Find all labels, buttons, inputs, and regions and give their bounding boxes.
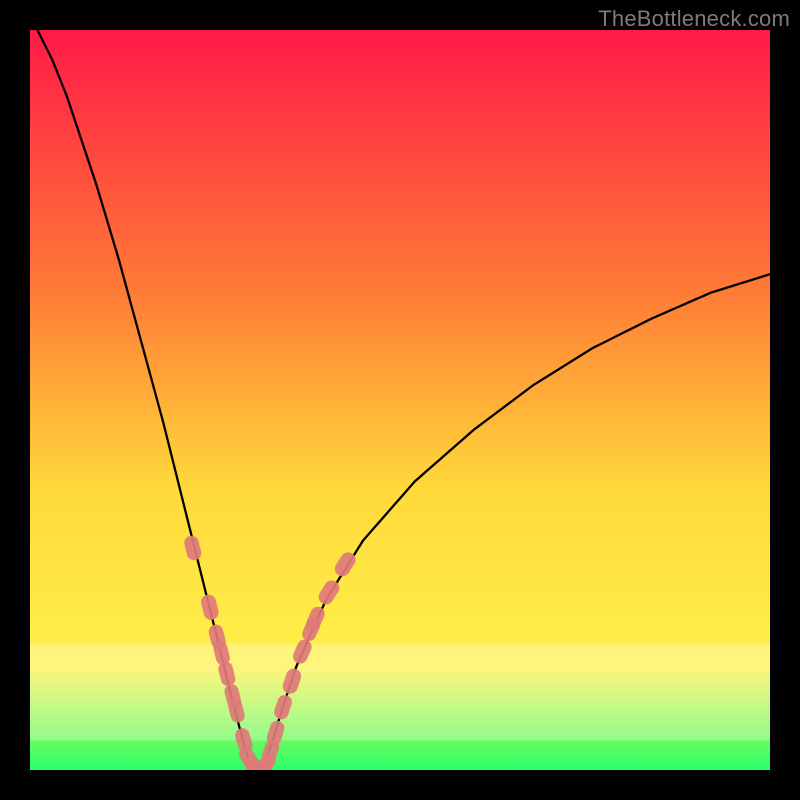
chart-svg: [30, 30, 770, 770]
pale-band: [30, 644, 770, 740]
chart-container: TheBottleneck.com: [0, 0, 800, 800]
watermark-label: TheBottleneck.com: [598, 6, 790, 32]
plot-area: [30, 30, 770, 770]
